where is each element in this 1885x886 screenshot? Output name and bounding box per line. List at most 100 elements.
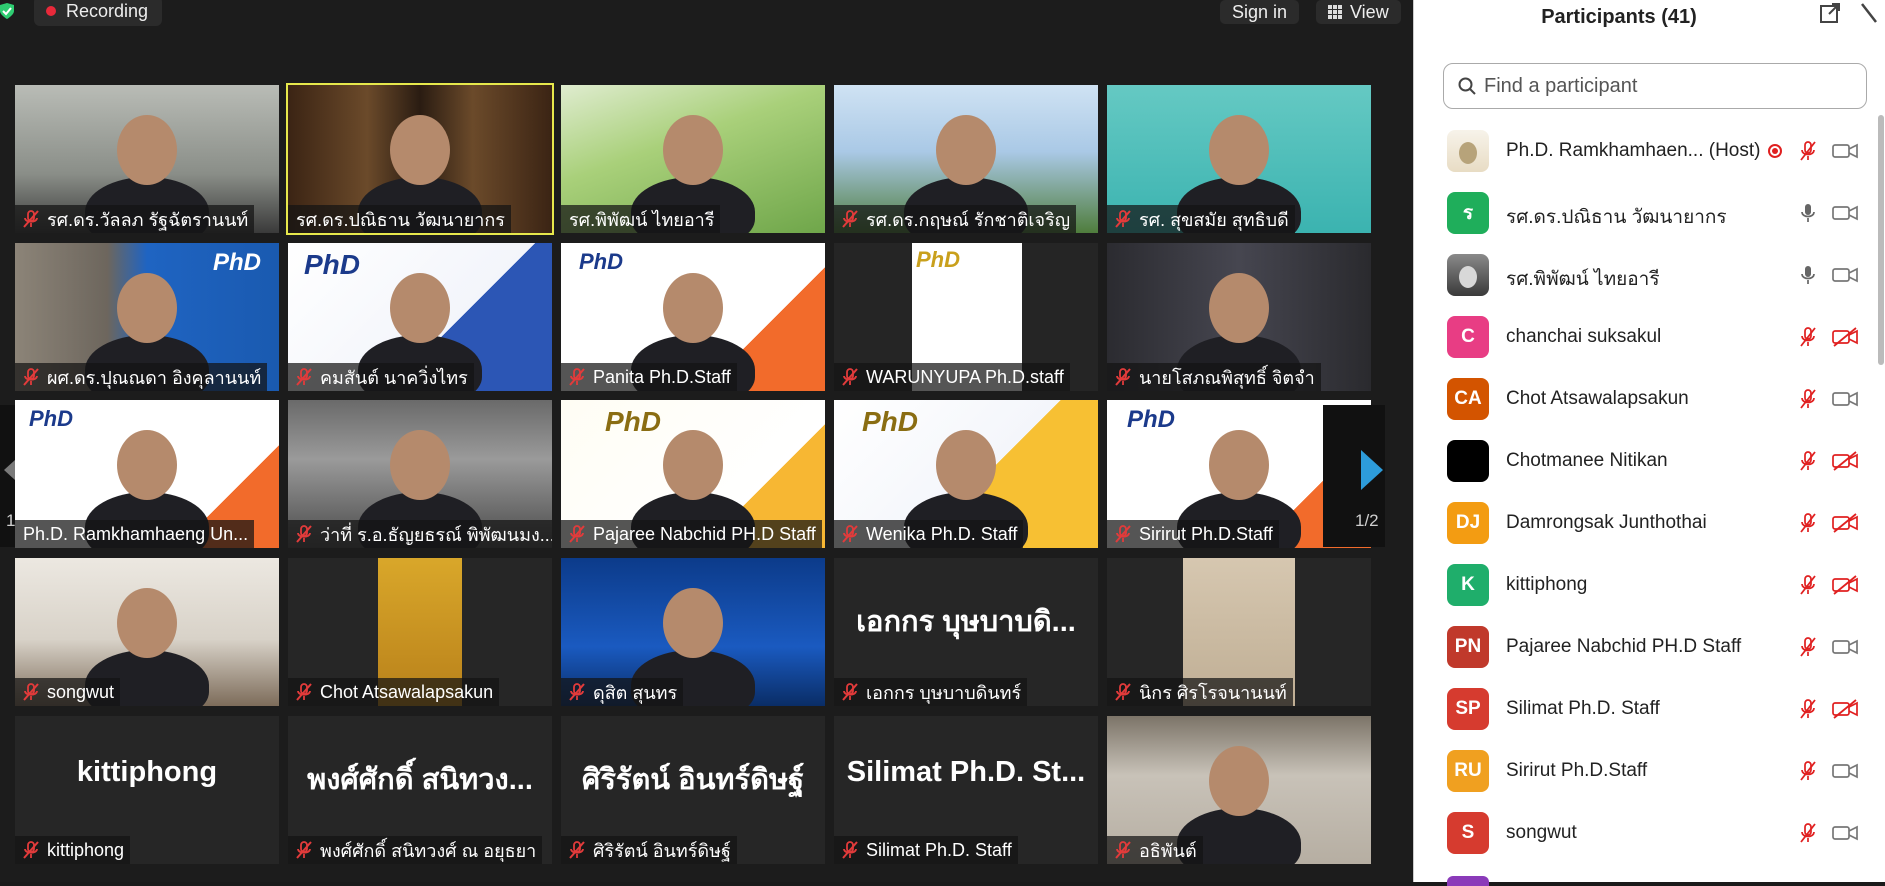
top-bar: Recording Sign in View xyxy=(0,0,1412,26)
video-tile[interactable]: PhD Pajaree Nabchid PH.D Staff xyxy=(561,400,825,548)
camera-off-icon[interactable] xyxy=(1832,575,1858,595)
participant-row[interactable]: Ph.D. Ramkhamhaen... (Host) xyxy=(1414,120,1884,182)
video-tile[interactable]: ว่าที่ ร.อ.ธัญยธรณ์ พิพัฒนมง... xyxy=(288,400,552,548)
participant-nameplate: Silimat Ph.D. Staff xyxy=(834,836,1018,864)
phd-logo: PhD xyxy=(29,406,73,431)
video-tile[interactable]: PhD Wenika Ph.D. Staff xyxy=(834,400,1098,548)
participant-name: Silimat Ph.D. Staff xyxy=(866,839,1012,860)
camera-off-icon[interactable] xyxy=(1832,699,1858,719)
pop-out-icon[interactable] xyxy=(1819,2,1841,24)
person-head xyxy=(663,273,723,343)
mic-icon[interactable] xyxy=(1797,202,1819,224)
muted-mic-icon[interactable] xyxy=(1797,326,1819,348)
muted-mic-icon[interactable] xyxy=(1797,760,1819,782)
participant-row[interactable]: Chotmanee Nitikan xyxy=(1414,430,1884,492)
muted-mic-icon xyxy=(294,367,314,387)
sign-in-button[interactable]: Sign in xyxy=(1220,0,1300,24)
participants-panel: Participants (41) Ph.D. Ramkhamhaen... (… xyxy=(1413,0,1885,886)
participant-row[interactable]: Cchanchai suksakul xyxy=(1414,306,1884,368)
participant-name: ว่าที่ ร.อ.ธัญยธรณ์ พิพัฒนมง... xyxy=(320,524,552,545)
participant-list-name: Pajaree Nabchid PH.D Staff xyxy=(1506,636,1742,657)
video-tile[interactable]: รศ.พิพัฒน์ ไทยอารี xyxy=(561,85,825,233)
participant-row[interactable]: RU Sirirut Ph.D.Staff xyxy=(1414,740,1884,802)
camera-icon[interactable] xyxy=(1832,265,1858,285)
video-tile[interactable]: songwut xyxy=(15,558,279,706)
camera-icon[interactable] xyxy=(1832,823,1858,843)
participant-name: เอกกร บุษบาบดินทร์ xyxy=(866,682,1022,703)
muted-mic-icon xyxy=(840,209,860,229)
video-tile[interactable]: Chot Atsawalapsakun xyxy=(288,558,552,706)
display-name-large: ศิริรัตน์ อินทร์ดิษฐ์ xyxy=(581,764,805,796)
video-tile[interactable]: ดุสิต สุนทร xyxy=(561,558,825,706)
mic-icon[interactable] xyxy=(1797,264,1819,286)
participant-row[interactable]: Ssongwut xyxy=(1414,802,1884,864)
view-button[interactable]: View xyxy=(1316,0,1401,24)
participant-nameplate: Wenika Ph.D. Staff xyxy=(834,520,1024,548)
video-tile[interactable]: Silimat Ph.D. St... Silimat Ph.D. Staff xyxy=(834,716,1098,864)
video-tile[interactable]: PhD คมสันต์ นาควิ่งไทร xyxy=(288,243,552,391)
participant-row[interactable]: Kkittiphong xyxy=(1414,554,1884,616)
camera-icon[interactable] xyxy=(1832,141,1858,161)
video-tile[interactable]: รศ. สุขสมัย สุทธิบดี xyxy=(1107,85,1371,233)
participant-name: Sirirut Ph.D.Staff xyxy=(1139,523,1273,544)
video-tile[interactable]: PhD ผศ.ดร.ปุณณดา อิงคุลานนท์ xyxy=(15,243,279,391)
participant-nameplate: songwut xyxy=(15,678,121,706)
camera-off-icon[interactable] xyxy=(1832,513,1858,533)
video-tile[interactable]: อธิพันต์ xyxy=(1107,716,1371,864)
avatar-initials: SP xyxy=(1455,698,1481,719)
participant-row[interactable]: PN Pajaree Nabchid PH.D Staff xyxy=(1414,616,1884,678)
video-tile[interactable]: ศิริรัตน์ อินทร์ดิษฐ์ ศิริรัตน์ อินทร์ดิษ… xyxy=(561,716,825,864)
participant-nameplate: พงศ์ศักดิ์ สนิทวงศ์ ณ อยุธยา xyxy=(288,836,543,864)
recording-dot-icon xyxy=(46,6,56,16)
search-input[interactable] xyxy=(1482,73,1846,99)
muted-mic-icon[interactable] xyxy=(1797,450,1819,472)
camera-off-icon[interactable] xyxy=(1832,327,1858,347)
participant-name: คมสันต์ นาควิ่งไทร xyxy=(320,367,468,388)
video-tile[interactable]: นิกร ศิรโรจนานนท์ xyxy=(1107,558,1371,706)
muted-mic-icon[interactable] xyxy=(1797,822,1819,844)
camera-icon[interactable] xyxy=(1832,761,1858,781)
muted-mic-icon xyxy=(294,840,314,860)
recording-indicator[interactable]: Recording xyxy=(34,0,163,26)
muted-mic-icon[interactable] xyxy=(1797,698,1819,720)
muted-mic-icon[interactable] xyxy=(1797,574,1819,596)
video-tile[interactable]: นายโสภณพิสุทธิ์ จิตจำ xyxy=(1107,243,1371,391)
video-tile[interactable]: เอกกร บุษบาบดิ... เอกกร บุษบาบดินทร์ xyxy=(834,558,1098,706)
avatar xyxy=(1447,254,1489,296)
recording-label: Recording xyxy=(66,0,149,21)
video-tile[interactable]: รศ.ดร.ปณิธาน วัฒนายากร xyxy=(286,83,554,235)
close-icon[interactable] xyxy=(1858,2,1880,24)
video-tile[interactable]: รศ.ดร.กฤษณ์ รักชาติเจริญ xyxy=(834,85,1098,233)
camera-icon[interactable] xyxy=(1832,637,1858,657)
camera-icon[interactable] xyxy=(1832,389,1858,409)
muted-mic-icon[interactable] xyxy=(1797,140,1819,162)
participant-row[interactable]: SP Silimat Ph.D. Staff xyxy=(1414,678,1884,740)
video-tile[interactable]: พงศ์ศักดิ์ สนิทวง... พงศ์ศักดิ์ สนิทวงศ์ … xyxy=(288,716,552,864)
muted-mic-icon[interactable] xyxy=(1797,512,1819,534)
participant-nameplate: Sirirut Ph.D.Staff xyxy=(1107,520,1279,548)
recording-icon xyxy=(1768,144,1782,158)
next-page-button[interactable]: 1/2 xyxy=(1323,405,1385,547)
participant-search[interactable] xyxy=(1443,63,1867,109)
person-head xyxy=(936,430,996,500)
video-tile[interactable]: PhD Panita Ph.D.Staff xyxy=(561,243,825,391)
participant-nameplate: Panita Ph.D.Staff xyxy=(561,363,737,391)
camera-icon[interactable] xyxy=(1832,203,1858,223)
participant-row[interactable]: CA Chot Atsawalapsakun xyxy=(1414,368,1884,430)
camera-off-icon[interactable] xyxy=(1832,451,1858,471)
participant-nameplate: kittiphong xyxy=(15,836,131,864)
scrollbar[interactable] xyxy=(1878,115,1884,365)
participant-nameplate: อธิพันต์ xyxy=(1107,836,1203,864)
participant-row[interactable]: ร รศ.ดร.ปณิธาน วัฒนายากร xyxy=(1414,182,1884,244)
person-head xyxy=(117,588,177,658)
muted-mic-icon[interactable] xyxy=(1797,636,1819,658)
video-tile[interactable]: kittiphong kittiphong xyxy=(15,716,279,864)
video-tile[interactable]: PhD Ph.D. Ramkhamhaeng Un... xyxy=(15,400,279,548)
participant-row[interactable]: รศ.พิพัฒน์ ไทยอารี xyxy=(1414,244,1884,306)
participant-nameplate: เอกกร บุษบาบดินทร์ xyxy=(834,678,1028,706)
participant-nameplate: นายโสภณพิสุทธิ์ จิตจำ xyxy=(1107,363,1321,391)
video-tile[interactable]: รศ.ดร.วัลลภ รัฐฉัตรานนท์ xyxy=(15,85,279,233)
video-tile[interactable]: PhD WARUNYUPA Ph.D.staff xyxy=(834,243,1098,391)
participant-row[interactable]: DJ Damrongsak Junthothai xyxy=(1414,492,1884,554)
muted-mic-icon[interactable] xyxy=(1797,388,1819,410)
